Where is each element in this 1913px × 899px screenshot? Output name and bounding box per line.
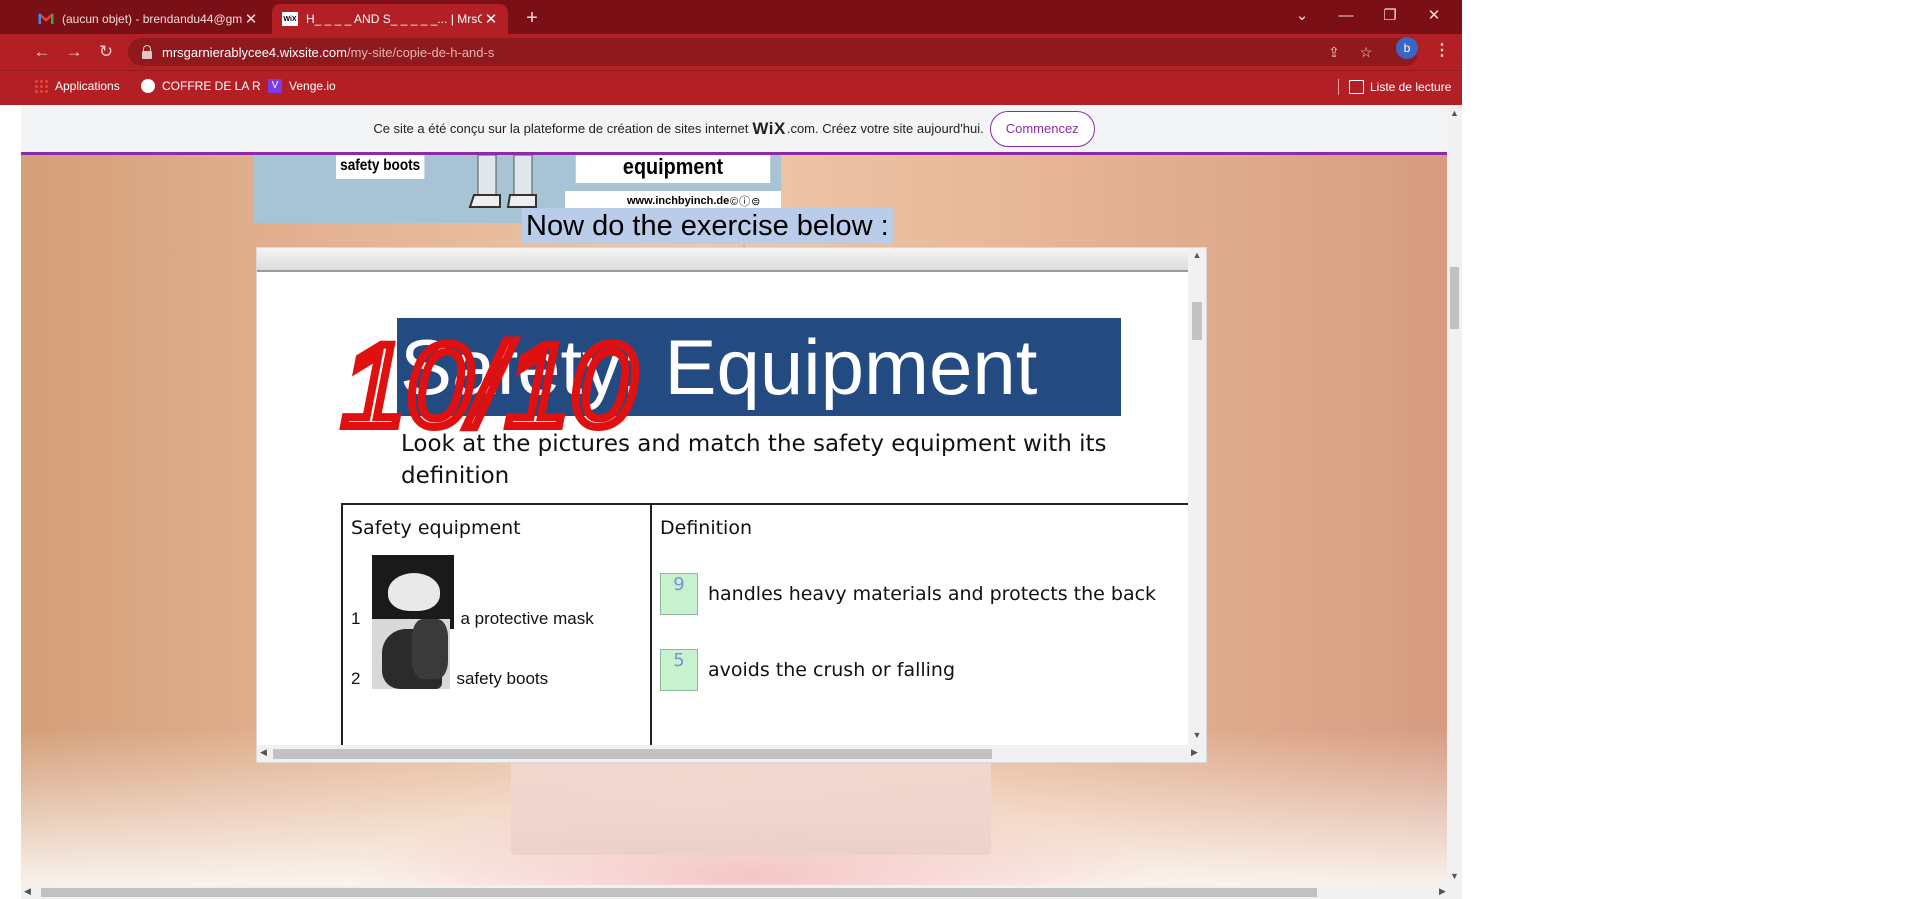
scroll-left-icon[interactable]: ◀ [24, 886, 31, 897]
score-annotation: 10/10 [337, 316, 640, 456]
profile-avatar[interactable]: b [1396, 37, 1418, 59]
equipment-column: Safety equipment 1 a protective mask 2 s… [341, 503, 652, 749]
share-icon[interactable]: ⇪ [1324, 42, 1344, 62]
definition-row: 9 handles heavy materials and protects t… [660, 573, 1156, 615]
poster-label-equipment: equipment [575, 155, 771, 183]
close-tab-icon[interactable]: ✕ [482, 10, 500, 28]
apps-grid-icon [34, 79, 48, 93]
answer-field[interactable]: 9 [660, 573, 698, 615]
scroll-thumb[interactable] [41, 888, 1317, 897]
bookmark-star-icon[interactable]: ☆ [1356, 42, 1376, 62]
scroll-thumb[interactable] [1192, 302, 1202, 340]
bookmark-venge[interactable]: V Venge.io [268, 79, 336, 93]
poster-label-boots: safety boots [336, 155, 425, 179]
divider [1338, 79, 1339, 95]
scroll-thumb[interactable] [273, 749, 992, 759]
scroll-up-icon[interactable]: ▲ [1450, 108, 1459, 118]
scroll-thumb[interactable] [1450, 267, 1459, 329]
bookmarks-bar: Applications COFFRE DE LA R V Venge.io L… [0, 70, 1462, 105]
tab-search-icon[interactable]: ⌄ [1280, 0, 1324, 32]
start-button[interactable]: Commencez [989, 110, 1095, 147]
item-number: 2 [351, 669, 361, 688]
restore-button[interactable]: ❐ [1368, 0, 1412, 32]
viewer-vertical-scrollbar[interactable]: ▲ ▼ [1188, 248, 1206, 745]
scroll-down-icon[interactable]: ▼ [1450, 871, 1459, 881]
item-label: safety boots [456, 669, 549, 688]
gmail-icon [38, 12, 54, 26]
wix-banner: Ce site a été conçu sur la plateforme de… [21, 105, 1447, 155]
scroll-right-icon[interactable]: ▶ [1191, 747, 1198, 758]
matching-table: Safety equipment 1 a protective mask 2 s… [341, 503, 1196, 749]
banner-text: Ce site a été conçu sur la plateforme de… [373, 121, 749, 136]
document-viewer[interactable]: Safety: Equipment Look at the pictures a… [256, 247, 1207, 763]
lock-icon [142, 44, 152, 59]
page-viewport: Ce site a été conçu sur la plateforme de… [0, 105, 1462, 899]
reload-icon[interactable]: ↻ [94, 40, 118, 64]
wix-logo: WiX [752, 118, 786, 138]
column-header: Safety equipment [351, 517, 521, 539]
minimize-button[interactable]: — [1324, 0, 1368, 32]
wix-icon: WiX [282, 12, 298, 26]
scroll-up-icon[interactable]: ▲ [1191, 250, 1203, 260]
tab-gmail[interactable]: (aucun objet) - brendandu44@gmail.com ✕ [28, 4, 268, 34]
page-horizontal-scrollbar[interactable]: ◀ ▶ [21, 885, 1462, 899]
boots-image [372, 619, 451, 689]
venge-icon: V [268, 79, 282, 93]
address-bar[interactable]: mrsgarnierablycee4.wixsite.com/my-site/c… [128, 38, 1418, 66]
definition-text: avoids the crush or falling [708, 659, 956, 681]
equipment-item: 1 a protective mask [351, 555, 594, 629]
scroll-down-icon[interactable]: ▼ [1191, 730, 1203, 740]
svg-text:10/10: 10/10 [341, 320, 636, 452]
viewer-horizontal-scrollbar[interactable]: ◀ ▶ [257, 745, 1206, 762]
browser-window: (aucun objet) - brendandu44@gmail.com ✕ … [0, 0, 1462, 899]
new-tab-button[interactable]: + [520, 6, 544, 30]
menu-kebab-icon[interactable]: ⋮ [1432, 40, 1452, 62]
mask-image [372, 555, 455, 629]
scroll-left-icon[interactable]: ◀ [260, 747, 267, 758]
back-arrow-icon[interactable]: ← [30, 40, 54, 64]
page-vertical-scrollbar[interactable]: ▲ ▼ [1447, 105, 1462, 885]
forward-arrow-icon[interactable]: → [62, 40, 86, 64]
close-window-button[interactable]: ✕ [1412, 0, 1456, 32]
column-header: Definition [660, 517, 753, 539]
equipment-item: 2 safety boots [351, 619, 548, 689]
definition-column: Definition 9 handles heavy materials and… [650, 503, 1196, 749]
definition-text: handles heavy materials and protects the… [708, 583, 1157, 605]
bookmark-applications[interactable]: Applications [34, 79, 120, 93]
scroll-right-icon[interactable]: ▶ [1439, 886, 1446, 897]
tab-strip: (aucun objet) - brendandu44@gmail.com ✕ … [0, 0, 1462, 34]
url-text[interactable]: mrsgarnierablycee4.wixsite.com/my-site/c… [162, 45, 494, 60]
close-tab-icon[interactable]: ✕ [242, 10, 260, 28]
license-icon: ©ⓘ⊜ [730, 196, 762, 208]
browser-toolbar: ← → ↻ mrsgarnierablycee4.wixsite.com/my-… [0, 34, 1462, 70]
reading-list-button[interactable]: Liste de lecture [1338, 79, 1451, 95]
answer-field[interactable]: 5 [660, 649, 698, 691]
bookmark-coffre[interactable]: COFFRE DE LA R [141, 79, 261, 93]
reading-list-icon [1349, 80, 1364, 94]
tab-title: (aucun objet) - brendandu44@gmail.com [62, 12, 242, 26]
exercise-heading: Now do the exercise below : [522, 208, 893, 244]
banner-text-end: .com. Créez votre site aujourd'hui. [786, 121, 984, 136]
viewer-toolbar [257, 248, 1188, 272]
tab-wix-site[interactable]: WiX H_ _ _ _ AND S_ _ _ _ _... | MrsGarn… [272, 4, 508, 34]
definition-row: 5 avoids the crush or falling [660, 649, 955, 691]
tab-title: H_ _ _ _ AND S_ _ _ _ _... | MrsGarnier [306, 12, 482, 26]
globe-icon [141, 79, 155, 93]
